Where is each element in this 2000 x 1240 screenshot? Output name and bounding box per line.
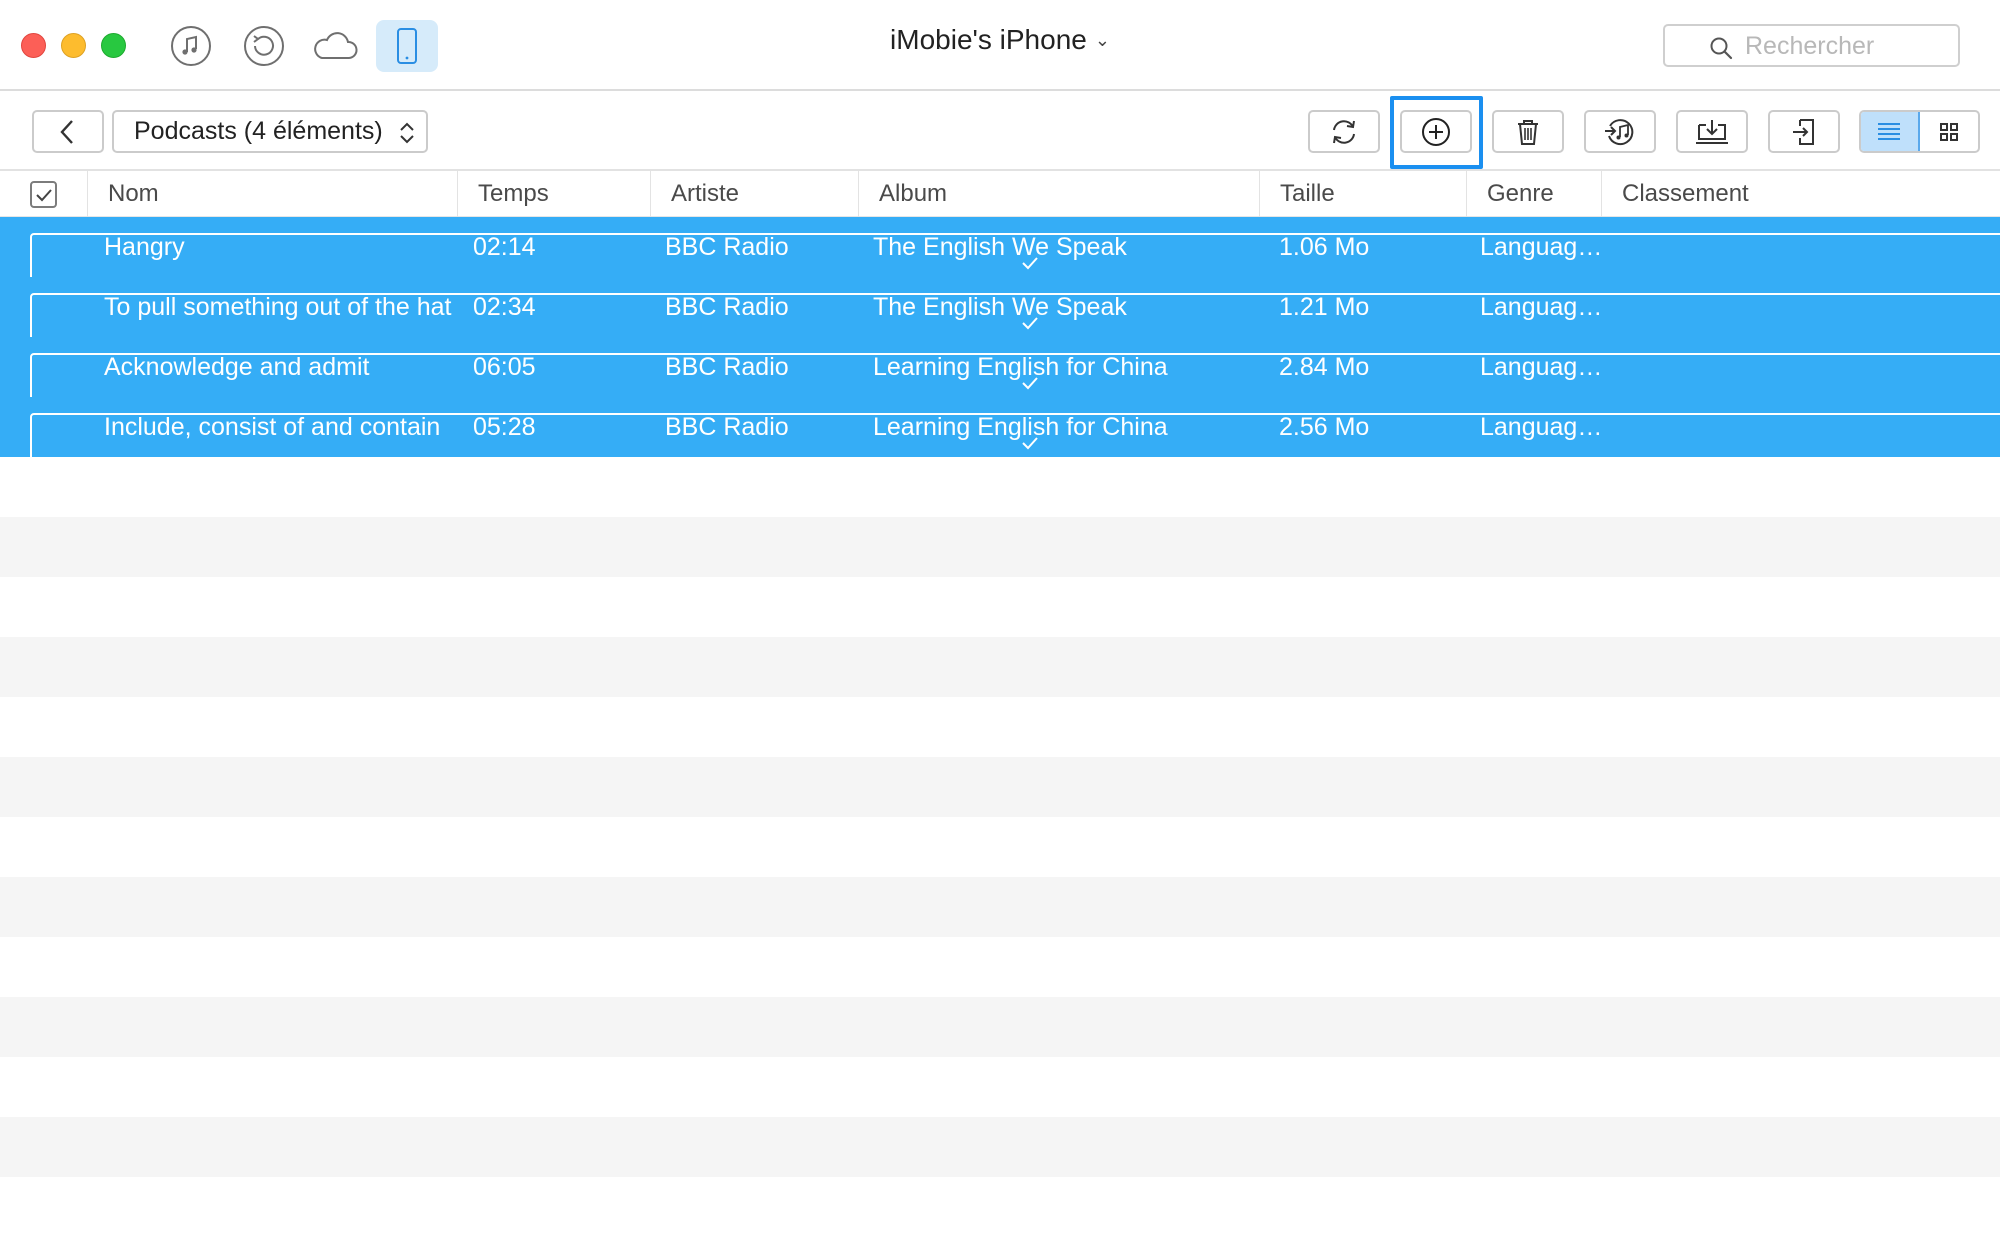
cell-time: 05:28	[473, 413, 536, 441]
empty-row	[0, 697, 2000, 757]
search-icon	[1710, 37, 1733, 60]
cell-rating	[1620, 217, 1990, 277]
column-header-album[interactable]: Album	[858, 171, 1259, 217]
cell-name: Acknowledge and admit	[104, 353, 370, 381]
cell-album: The English We Speak	[873, 233, 1127, 261]
cell-name: To pull something out of the hat	[104, 293, 452, 321]
cell-artist: BBC Radio	[665, 293, 789, 321]
cell-artist: BBC Radio	[665, 233, 789, 261]
empty-row	[0, 1057, 2000, 1117]
chevron-down-icon: ⌄	[1094, 30, 1110, 50]
toolbar: Podcasts (4 éléments)	[0, 91, 2000, 171]
device-name-dropdown[interactable]: iMobie's iPhone ⌄	[890, 24, 1110, 55]
cell-name: Include, consist of and contain	[104, 413, 441, 441]
view-mode-toggle	[1859, 110, 1980, 153]
cell-time: 02:14	[473, 233, 536, 261]
table-header: Nom Temps Artiste Album Taille Genre Cla…	[0, 171, 2000, 217]
cell-album: Learning English for China	[873, 413, 1168, 441]
trash-icon	[1518, 119, 1538, 145]
device-name: iMobie's iPhone	[890, 24, 1087, 55]
device-nav-button[interactable]	[376, 20, 438, 72]
cell-name: Hangry	[104, 233, 185, 261]
export-to-computer-icon	[1696, 119, 1728, 144]
table-row[interactable]: Include, consist of and contain 05:28 BB…	[0, 397, 2000, 473]
checkmark-icon	[35, 188, 52, 201]
cell-time: 02:34	[473, 293, 536, 321]
cell-genre: Languag…	[1480, 353, 1600, 381]
cell-time: 06:05	[473, 353, 536, 381]
table-row[interactable]: To pull something out of the hat 02:34 B…	[0, 277, 2000, 353]
phone-icon	[397, 28, 417, 64]
cell-size: 2.84 Mo	[1279, 353, 1370, 381]
transfer-to-itunes-button[interactable]	[1584, 110, 1656, 153]
column-header-size[interactable]: Taille	[1259, 171, 1466, 217]
empty-row	[0, 997, 2000, 1057]
empty-row	[0, 817, 2000, 877]
export-to-computer-button[interactable]	[1676, 110, 1748, 153]
cell-size: 1.06 Mo	[1279, 233, 1370, 261]
empty-row	[0, 757, 2000, 817]
cloud-icon	[314, 32, 358, 59]
cell-genre: Languag…	[1480, 413, 1600, 441]
title-bar: iMobie's iPhone ⌄	[0, 0, 2000, 91]
add-button[interactable]	[1400, 110, 1472, 153]
send-to-device-button[interactable]	[1768, 110, 1840, 153]
select-all-checkbox[interactable]	[30, 181, 57, 208]
back-button[interactable]	[32, 110, 104, 153]
list-view-icon	[1878, 122, 1901, 140]
table-row[interactable]: Acknowledge and admit 06:05 BBC Radio Le…	[0, 337, 2000, 413]
cell-rating	[1620, 277, 1990, 337]
search-input[interactable]	[1745, 30, 1950, 62]
cell-size: 1.21 Mo	[1279, 293, 1370, 321]
music-nav-button[interactable]	[160, 20, 222, 72]
add-icon	[1422, 117, 1450, 146]
column-header-artist[interactable]: Artiste	[650, 171, 858, 217]
music-transfer-icon	[1605, 118, 1634, 145]
column-header-time[interactable]: Temps	[457, 171, 650, 217]
grid-view-icon	[1939, 122, 1958, 141]
cell-size: 2.56 Mo	[1279, 413, 1370, 441]
delete-button[interactable]	[1492, 110, 1564, 153]
close-window-button[interactable]	[21, 33, 46, 58]
music-icon	[171, 26, 211, 66]
search-box[interactable]	[1663, 24, 1960, 67]
list-view-button[interactable]	[1861, 112, 1920, 151]
cloud-nav-button[interactable]	[304, 20, 366, 72]
cell-album: The English We Speak	[873, 293, 1127, 321]
empty-row	[0, 937, 2000, 997]
grid-view-button[interactable]	[1920, 112, 1979, 151]
column-header-name[interactable]: Nom	[87, 171, 457, 217]
empty-row	[0, 1177, 2000, 1237]
column-header-rating[interactable]: Classement	[1601, 171, 2000, 217]
empty-row	[0, 457, 2000, 517]
cell-artist: BBC Radio	[665, 353, 789, 381]
maximize-window-button[interactable]	[101, 33, 126, 58]
category-select[interactable]: Podcasts (4 éléments)	[112, 110, 428, 153]
category-label: Podcasts (4 éléments)	[134, 117, 383, 145]
cell-rating	[1620, 397, 1990, 457]
empty-row	[0, 877, 2000, 937]
cell-artist: BBC Radio	[665, 413, 789, 441]
send-to-device-icon	[1793, 118, 1814, 145]
empty-row	[0, 1117, 2000, 1177]
restore-icon	[244, 26, 284, 66]
column-header-genre[interactable]: Genre	[1466, 171, 1601, 217]
cell-album: Learning English for China	[873, 353, 1168, 381]
cell-rating	[1620, 337, 1990, 397]
empty-row	[0, 637, 2000, 697]
table-row[interactable]: Hangry 02:14 BBC Radio The English We Sp…	[0, 217, 2000, 293]
empty-row	[0, 577, 2000, 637]
cell-genre: Languag…	[1480, 233, 1600, 261]
restore-nav-button[interactable]	[233, 20, 295, 72]
chevron-left-icon	[60, 119, 73, 144]
up-down-chevron-icon	[400, 122, 414, 144]
refresh-icon	[1333, 119, 1355, 144]
refresh-button[interactable]	[1308, 110, 1380, 153]
empty-row	[0, 517, 2000, 577]
minimize-window-button[interactable]	[61, 33, 86, 58]
cell-genre: Languag…	[1480, 293, 1600, 321]
